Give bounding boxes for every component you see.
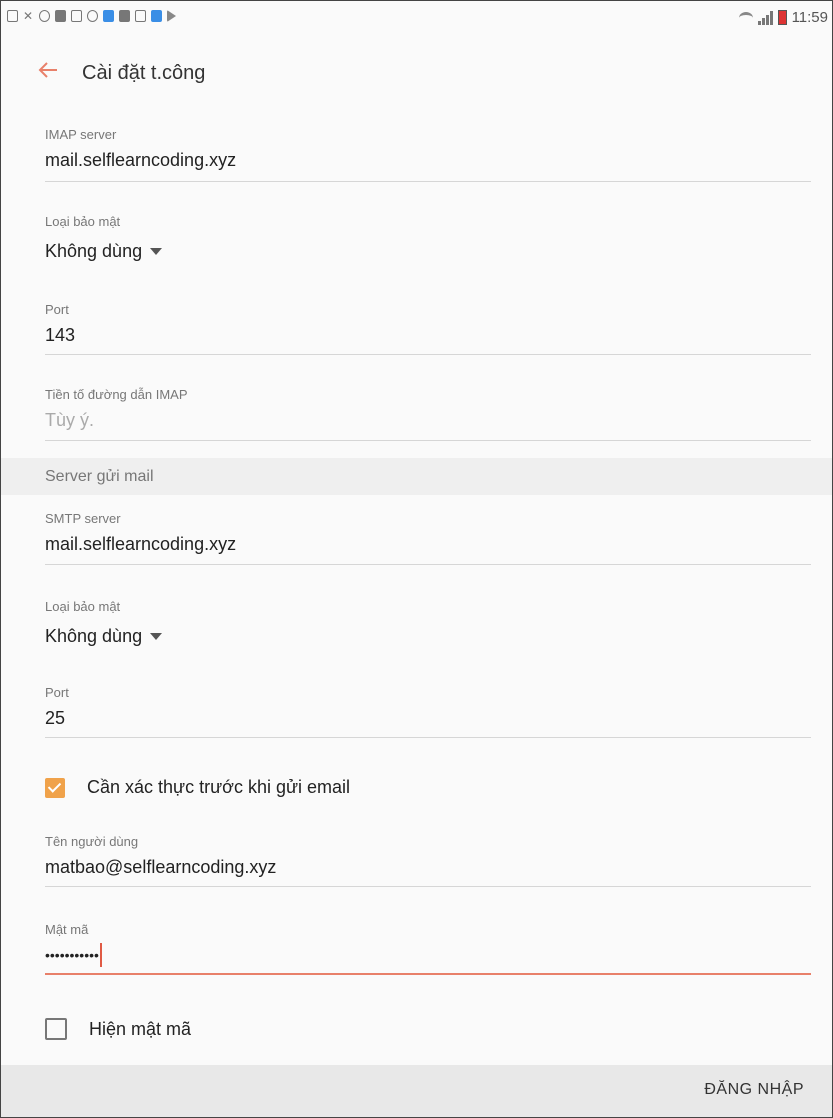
imap-path-prefix-label: Tiền tố đường dẫn IMAP (45, 387, 188, 402)
incoming-security-value: Không dùng (45, 241, 143, 261)
app-screen: ✕ 11:59 Cài đặt t.công IMAP server mail.… (0, 0, 833, 1118)
calendar-icon (103, 10, 114, 22)
imap-server-underline (45, 181, 811, 182)
outgoing-security-field: Loại bảo mật Không dùng (45, 599, 811, 654)
briefcase-icon (55, 10, 66, 22)
imap-path-prefix-field[interactable]: Tiền tố đường dẫn IMAP Tùy ý. (45, 387, 811, 442)
username-underline (45, 886, 811, 887)
imap-server-field[interactable]: IMAP server mail.selflearncoding.xyz (45, 127, 811, 182)
username-label: Tên người dùng (45, 834, 139, 849)
outgoing-section-title: Server gửi mail (45, 468, 154, 485)
bottom-action-bar: ĐĂNG NHẬP (1, 1065, 832, 1117)
imap-server-label: IMAP server (45, 127, 117, 142)
outgoing-security-value: Không dùng (45, 626, 143, 646)
password-label: Mật mã (45, 922, 89, 937)
play-store-icon (167, 10, 176, 22)
login-button[interactable]: ĐĂNG NHẬP (704, 1081, 804, 1099)
status-bar: ✕ 11:59 (1, 1, 832, 35)
smtp-server-label: SMTP server (45, 511, 121, 526)
outgoing-security-label: Loại bảo mật (45, 599, 121, 614)
email-icon (119, 10, 130, 22)
outgoing-security-dropdown[interactable]: Không dùng (45, 626, 163, 647)
text-cursor (99, 943, 102, 967)
smtp-server-input[interactable]: mail.selflearncoding.xyz (45, 534, 811, 555)
outgoing-section-header: Server gửi mail (1, 458, 832, 495)
incoming-port-field[interactable]: Port 143 (45, 302, 811, 357)
chevron-down-icon (150, 633, 163, 640)
incoming-security-field: Loại bảo mật Không dùng (45, 214, 811, 269)
outgoing-port-underline (45, 737, 811, 738)
password-field[interactable]: Mật mã ••••••••••• (45, 922, 811, 977)
wifi-icon (738, 11, 753, 24)
outgoing-port-field[interactable]: Port 25 (45, 685, 811, 740)
photos-icon (151, 10, 162, 22)
incoming-port-input[interactable]: 143 (45, 325, 811, 346)
outgoing-port-label: Port (45, 685, 69, 700)
incoming-security-label: Loại bảo mật (45, 214, 121, 229)
show-password-checkbox[interactable] (45, 1018, 67, 1040)
smtp-server-field[interactable]: SMTP server mail.selflearncoding.xyz (45, 511, 811, 566)
chevron-down-icon (150, 248, 163, 255)
imap-path-prefix-underline (45, 440, 811, 441)
show-password-label: Hiện mật mã (89, 1018, 192, 1039)
require-auth-checkbox-row[interactable]: Cần xác thực trước khi gửi email (45, 777, 350, 798)
username-input[interactable]: matbao@selflearncoding.xyz (45, 857, 811, 878)
page-title: Cài đặt t.công (82, 62, 206, 84)
screenshot-icon (7, 10, 18, 22)
require-auth-label: Cần xác thực trước khi gửi email (87, 777, 351, 797)
back-arrow-icon[interactable] (37, 59, 59, 81)
incoming-port-underline (45, 354, 811, 355)
signal-icon (757, 10, 773, 25)
missed-call-icon: ✕ (23, 9, 34, 23)
show-password-checkbox-row[interactable]: Hiện mật mã (45, 1018, 191, 1040)
password-value: ••••••••••• (45, 947, 99, 963)
link-icon (87, 10, 98, 22)
password-underline (45, 973, 811, 975)
require-auth-checkbox[interactable] (45, 777, 65, 798)
password-input[interactable]: ••••••••••• (45, 943, 811, 967)
clock-icon (39, 10, 50, 22)
clock-time: 11:59 (791, 9, 828, 26)
username-field[interactable]: Tên người dùng matbao@selflearncoding.xy… (45, 834, 811, 889)
image-icon (71, 10, 82, 22)
notification-icons: ✕ (7, 10, 176, 22)
status-right: 11:59 (738, 9, 828, 26)
incoming-port-label: Port (45, 302, 69, 317)
imap-server-input[interactable]: mail.selflearncoding.xyz (45, 150, 811, 171)
smtp-server-underline (45, 564, 811, 565)
battery-icon (777, 10, 787, 25)
app-bar: Cài đặt t.công (1, 35, 832, 115)
imap-path-prefix-input[interactable]: Tùy ý. (45, 410, 811, 431)
outgoing-port-input[interactable]: 25 (45, 708, 811, 729)
incoming-security-dropdown[interactable]: Không dùng (45, 241, 163, 262)
mail-icon (135, 10, 146, 22)
